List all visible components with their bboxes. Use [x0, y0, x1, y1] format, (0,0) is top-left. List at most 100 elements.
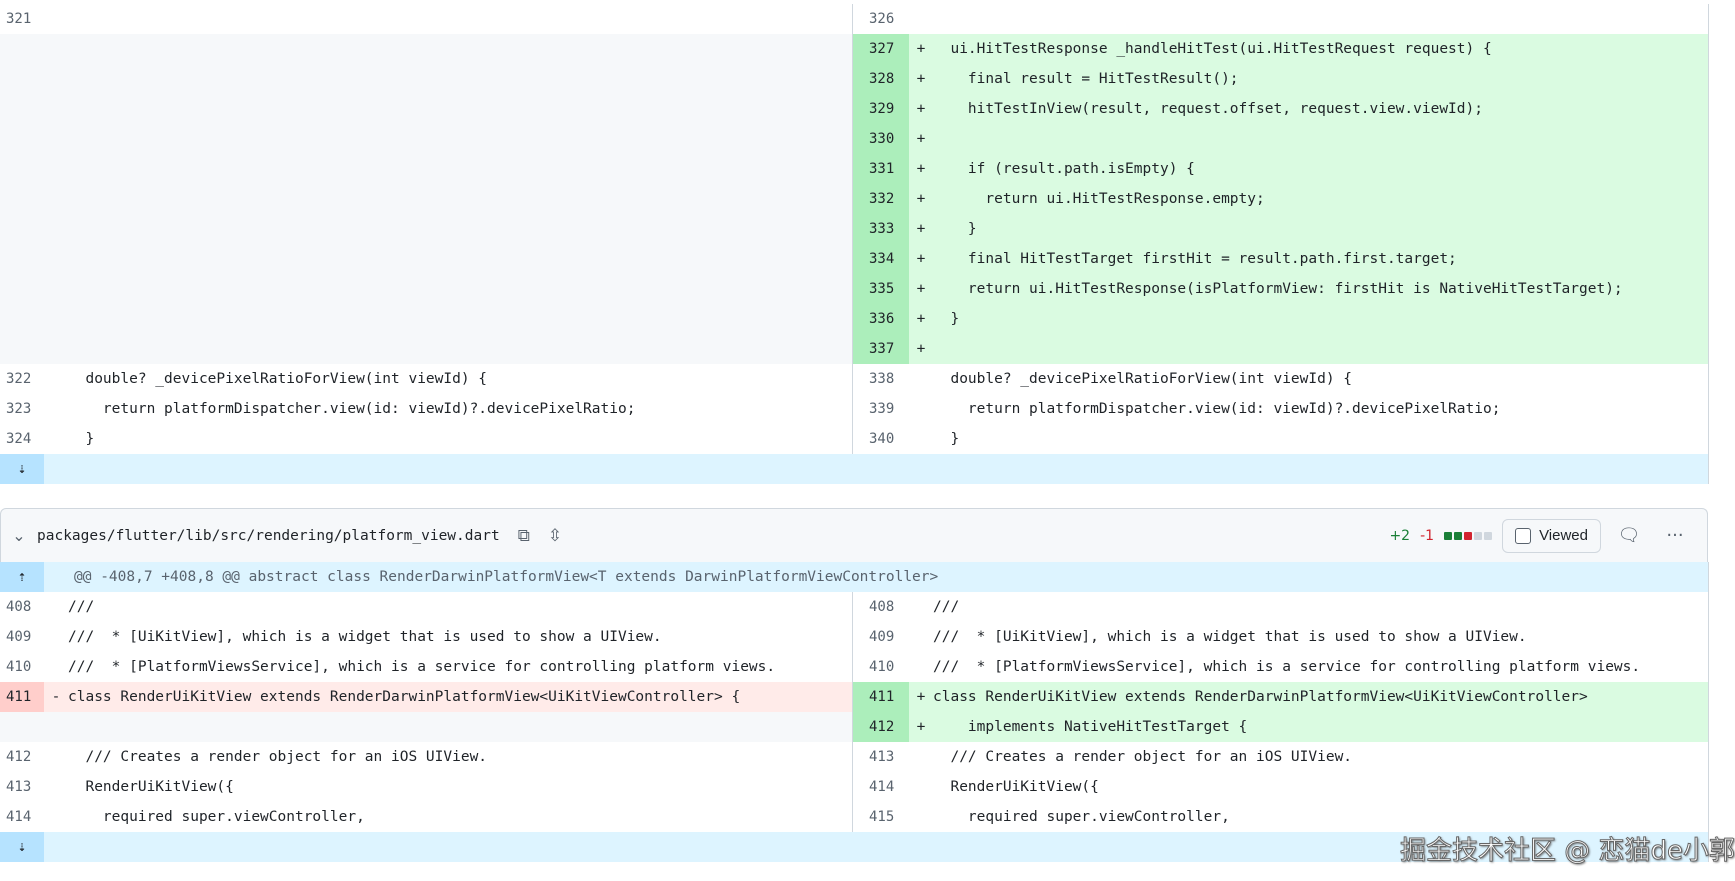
expand-all-icon[interactable]: ⇳ [548, 526, 562, 546]
diff-right-half: 410 /// * [PlatformViewsService], which i… [853, 652, 1708, 682]
old-line-number[interactable]: 323 [0, 394, 44, 424]
more-options-icon[interactable]: ··· [1657, 525, 1693, 546]
diff-row: 335 + return ui.HitTestResponse(isPlatfor… [0, 274, 1708, 304]
new-line-number[interactable]: 327 [853, 34, 909, 64]
old-line-number[interactable] [0, 304, 44, 334]
expand-down-icon[interactable]: ⇣ [0, 454, 44, 484]
new-line-number[interactable]: 333 [853, 214, 909, 244]
diff-row: 410 /// * [PlatformViewsService], which i… [0, 652, 1708, 682]
old-code-line: RenderUiKitView({ [68, 779, 234, 795]
file-path[interactable]: packages/flutter/lib/src/rendering/platf… [37, 528, 500, 544]
old-line-number[interactable] [0, 154, 44, 184]
old-line-number[interactable]: 413 [0, 772, 44, 802]
expand-row-1: ⇣ [0, 454, 1709, 484]
old-line-number[interactable] [0, 712, 44, 742]
diff-left-half: 410 /// * [PlatformViewsService], which i… [0, 652, 853, 682]
copy-icon[interactable]: ⧉ [518, 526, 530, 546]
additions-count: +2 [1389, 527, 1411, 544]
old-line-number[interactable] [0, 334, 44, 364]
new-line-number[interactable]: 332 [853, 184, 909, 214]
old-line-number[interactable] [0, 274, 44, 304]
new-line-number[interactable]: 339 [853, 394, 909, 424]
new-line-number[interactable]: 335 [853, 274, 909, 304]
new-line-number[interactable]: 411 [853, 682, 909, 712]
new-line-number[interactable]: 412 [853, 712, 909, 742]
old-code-line: /// * [UiKitView], which is a widget tha… [68, 629, 662, 645]
old-line-number[interactable] [0, 214, 44, 244]
old-line-number[interactable] [0, 244, 44, 274]
file-header: ⌄ packages/flutter/lib/src/rendering/pla… [0, 508, 1708, 562]
old-line-number[interactable]: 321 [0, 4, 44, 34]
diff-sign [909, 424, 933, 454]
new-line-number[interactable]: 329 [853, 94, 909, 124]
new-line-number[interactable]: 340 [853, 424, 909, 454]
new-line-number[interactable]: 337 [853, 334, 909, 364]
diff-sign [44, 394, 68, 424]
comment-icon[interactable]: 🗨 [1611, 525, 1647, 546]
old-line-number[interactable]: 322 [0, 364, 44, 394]
diff-sign [44, 34, 68, 64]
old-line-number[interactable] [0, 184, 44, 214]
old-code-line [68, 94, 852, 124]
new-code-line [933, 124, 1708, 154]
new-line-number[interactable]: 331 [853, 154, 909, 184]
diff-section-2: 408 /// 408 /// 409 /// * [UiKitView], which … [0, 592, 1709, 832]
viewed-checkbox[interactable] [1515, 527, 1532, 544]
old-line-number[interactable] [0, 64, 44, 94]
new-line-number[interactable]: 334 [853, 244, 909, 274]
expand-down-icon[interactable]: ⇣ [0, 832, 44, 862]
old-line-number[interactable]: 324 [0, 424, 44, 454]
new-line-number[interactable]: 336 [853, 304, 909, 334]
old-line-number[interactable]: 411 [0, 682, 44, 712]
new-line-number[interactable]: 409 [853, 622, 909, 652]
new-code-line: return ui.HitTestResponse(isPlatformView… [933, 281, 1623, 297]
new-code-line: return platformDispatcher.view(id: viewI… [933, 401, 1501, 417]
new-code-line: if (result.path.isEmpty) { [933, 161, 1195, 177]
diff-left-half [0, 64, 853, 94]
diff-right-half: 413 /// Creates a render object for an i… [853, 742, 1708, 772]
diff-row: 330 + [0, 124, 1708, 154]
new-line-number[interactable]: 338 [853, 364, 909, 394]
new-code-line: /// * [UiKitView], which is a widget tha… [933, 629, 1527, 645]
chevron-down-icon[interactable]: ⌄ [1, 526, 37, 545]
old-line-number[interactable] [0, 124, 44, 154]
old-line-number[interactable]: 412 [0, 742, 44, 772]
deletions-count: -1 [1420, 527, 1435, 544]
diff-row: 412 /// Creates a render object for an i… [0, 742, 1708, 772]
old-line-number[interactable] [0, 94, 44, 124]
new-line-number[interactable]: 326 [853, 4, 909, 34]
new-line-number[interactable]: 414 [853, 772, 909, 802]
old-line-number[interactable]: 414 [0, 802, 44, 832]
old-code-line: required super.viewController, [68, 809, 365, 825]
diff-row: 412 + implements NativeHitTestTarget { [0, 712, 1708, 742]
new-code-line: RenderUiKitView({ [933, 779, 1099, 795]
diff-sign [44, 424, 68, 454]
new-line-number[interactable]: 328 [853, 64, 909, 94]
new-line-number[interactable]: 410 [853, 652, 909, 682]
old-line-number[interactable]: 409 [0, 622, 44, 652]
diff-sign [44, 214, 68, 244]
old-line-number[interactable]: 408 [0, 592, 44, 622]
old-code-line [68, 334, 852, 364]
diff-row: 323 return platformDispatcher.view(id: v… [0, 394, 1708, 424]
diff-left-half: 408 /// [0, 592, 853, 622]
diff-sign [44, 124, 68, 154]
new-line-number[interactable]: 330 [853, 124, 909, 154]
viewed-button[interactable]: Viewed [1502, 518, 1601, 553]
old-line-number[interactable] [0, 34, 44, 64]
diff-row: 411- class RenderUiKitView extends Render… [0, 682, 1708, 712]
new-line-number[interactable]: 415 [853, 802, 909, 832]
new-line-number[interactable]: 408 [853, 592, 909, 622]
expand-up-icon[interactable]: ⇡ [0, 562, 44, 592]
diff-sign: + [916, 719, 926, 735]
diff-left-half [0, 124, 853, 154]
new-line-number[interactable]: 413 [853, 742, 909, 772]
old-code-line [68, 34, 852, 64]
diff-row: 324 } 340 } [0, 424, 1708, 454]
diff-sign: + [916, 689, 926, 705]
diff-row: 321 326 [0, 4, 1708, 34]
old-code-line [68, 274, 852, 304]
old-line-number[interactable]: 410 [0, 652, 44, 682]
diff-right-half: 338 double? _devicePixelRatioForView(int… [853, 364, 1708, 394]
new-code-line: /// Creates a render object for an iOS U… [933, 749, 1353, 765]
